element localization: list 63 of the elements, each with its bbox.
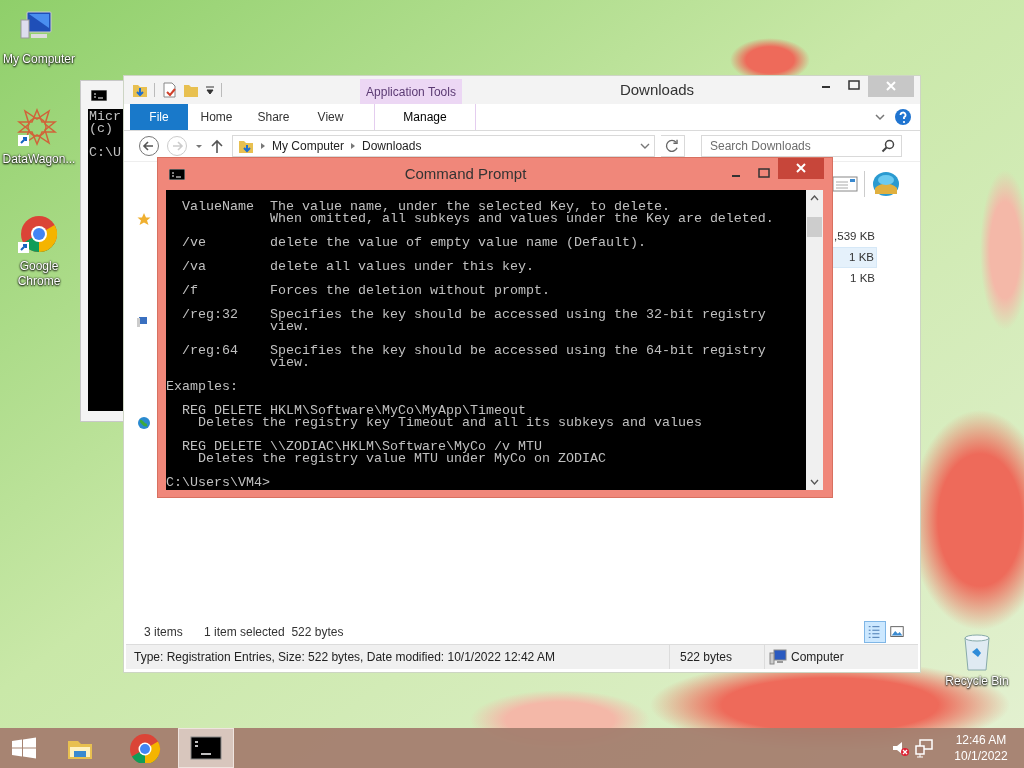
document-icon[interactable] [161,82,177,98]
breadcrumb-item[interactable]: Downloads [362,137,422,155]
console-line: /f Forces the deletion without prompt. [181,285,551,297]
folder-icon [238,138,254,154]
console-line: Micr [89,111,122,123]
back-icon[interactable] [138,135,160,157]
console-line: /va delete all values under this key. [181,261,535,273]
console-line: /reg:64 Specifies the key should be accessed using the 64-bit registry [181,345,767,357]
computer-icon [769,649,787,665]
ribbon-tab[interactable]: File [130,104,188,130]
item-count: 3 items [144,624,184,641]
file-size-cell[interactable]: 1 KB [832,247,877,268]
console-line: Examples: [166,381,239,393]
console-icon [169,168,185,180]
console-line: Deletes the registry key Timeout and all its subkeys and values [197,417,703,429]
search-placeholder: Search Downloads [710,138,812,155]
window-title: Downloads [618,79,696,100]
ribbon-tab[interactable]: View [302,104,359,130]
globe-icon[interactable] [137,416,151,430]
console-line: /ve delete the value of empty value name (Default). [181,237,647,249]
selection-info: 1 item selected 522 bytes [204,624,344,641]
ribbon-tab[interactable]: Manage [374,104,476,130]
close-icon[interactable] [778,158,824,179]
console-line: (c) [89,123,114,135]
preview-icon[interactable] [832,175,858,193]
scrollbar[interactable] [806,190,823,490]
file-details: Type: Registration Entries, Size: 522 bytes, Date modified: 10/1/2022 12:42 AM [133,649,556,666]
console-taskbar-button[interactable] [178,728,234,768]
file-size: 522 bytes [679,649,734,666]
up-icon[interactable] [210,138,224,154]
console-line: REG DELETE HKLM\Software\MyCo\MyApp\Timeout [181,405,527,417]
dropdown-icon[interactable] [205,85,215,95]
star-icon[interactable] [137,212,151,226]
console-line: C:\U [89,147,122,159]
address-bar[interactable]: My Computer Downloads [232,135,655,157]
help-icon[interactable] [894,108,912,126]
scrollbar-thumb[interactable] [807,217,822,237]
breadcrumb-item[interactable]: My Computer [272,137,345,155]
console-line: view. [268,357,310,369]
console-icon[interactable] [189,733,223,763]
search-field[interactable]: Search Downloads [701,135,902,157]
file-size-cell[interactable]: ,539 KB [832,226,877,247]
console-line: Deletes the registry value MTU under MyCo on ZODIAC [197,453,607,465]
console-line: /reg:32 Specifies the key should be accessed using the 32-bit registry [181,309,767,321]
console-line: C:\Users\VM4> [166,477,271,489]
console-line: REG DELETE \\ZODIAC\HKLM\Software\MyCo /v MTU [181,441,543,453]
chevron-icon[interactable] [260,142,266,150]
globe-icon[interactable] [871,170,901,198]
console-icon [91,89,107,101]
console-line: ValueName The value name, under the selected Key, to delete. [181,201,671,213]
ribbon-tab[interactable]: Share [245,104,302,130]
chevron-icon[interactable] [350,142,357,150]
context-group-label: Application Tools [360,79,462,104]
search-icon [881,139,895,153]
console-line: When omitted, all subkeys and values under the Key are deleted. [268,213,775,225]
ribbon-tab[interactable]: Home [188,104,245,130]
folder-icon[interactable] [132,82,148,98]
console-line: view. [268,321,310,333]
chrome-icon[interactable] [127,733,162,763]
file-size-cell[interactable]: 1 KB [832,268,877,289]
network-icon[interactable] [914,738,934,758]
location-label: Computer [791,649,844,666]
window-title: Command Prompt [403,163,528,184]
